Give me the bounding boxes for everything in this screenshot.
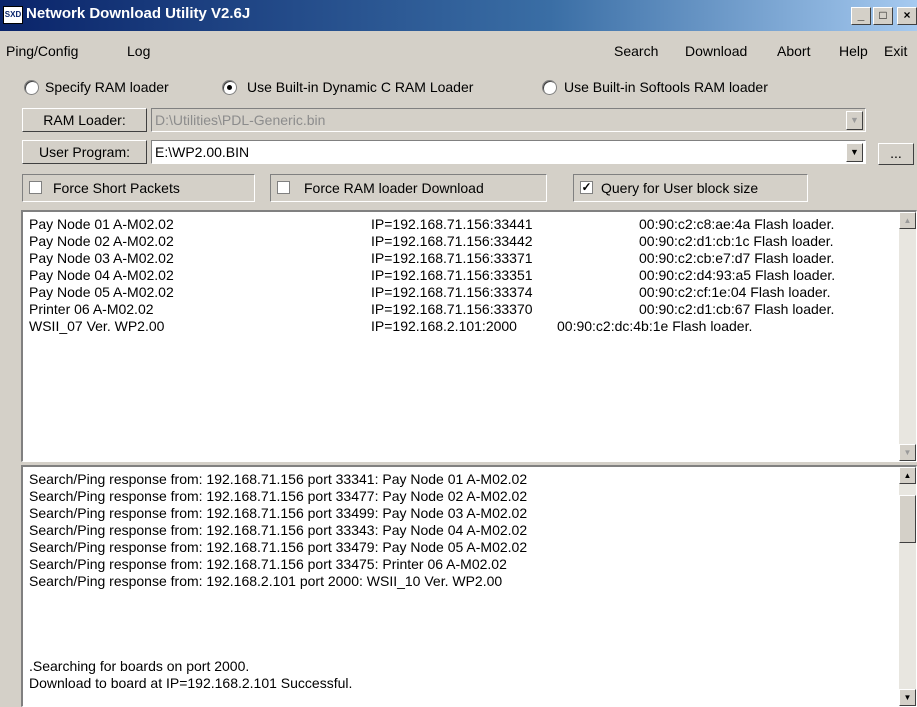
option-force-ram-loader[interactable]: Force RAM loader Download xyxy=(270,174,547,202)
app-window: SXD Network Download Utility V2.6J _ □ ×… xyxy=(0,0,917,707)
close-button[interactable]: × xyxy=(897,7,917,25)
device-name: Printer 06 A-M02.02 xyxy=(29,301,154,317)
device-name: Pay Node 05 A-M02.02 xyxy=(29,284,174,300)
minimize-button[interactable]: _ xyxy=(851,7,871,25)
device-row[interactable]: Printer 06 A-M02.02 IP=192.168.71.156:33… xyxy=(23,301,903,318)
device-row[interactable]: Pay Node 04 A-M02.02 IP=192.168.71.156:3… xyxy=(23,267,903,284)
menu-help[interactable]: Help xyxy=(839,43,868,59)
menu-exit[interactable]: Exit xyxy=(884,43,907,59)
user-program-field[interactable]: E:\WP2.00.BIN xyxy=(151,140,866,164)
label-force-short-packets[interactable]: Force Short Packets xyxy=(53,180,180,196)
radio-dynamic-c-loader[interactable] xyxy=(222,80,237,95)
device-row[interactable]: Pay Node 02 A-M02.02 IP=192.168.71.156:3… xyxy=(23,233,903,250)
log-line: Search/Ping response from: 192.168.71.15… xyxy=(29,505,528,521)
checkbox-query-user-block[interactable]: ✓ xyxy=(580,181,593,194)
device-ip: IP=192.168.71.156:33351 xyxy=(371,267,533,283)
log-line: Search/Ping response from: 192.168.71.15… xyxy=(29,471,528,487)
maximize-button[interactable]: □ xyxy=(873,7,893,25)
option-force-short-packets[interactable]: Force Short Packets xyxy=(22,174,255,202)
device-ip: IP=192.168.71.156:33371 xyxy=(371,250,533,266)
user-program-dropdown-icon[interactable]: ▼ xyxy=(846,143,863,162)
radio-label-specify[interactable]: Specify RAM loader xyxy=(45,79,169,95)
log-line: Search/Ping response from: 192.168.2.101… xyxy=(29,573,503,589)
device-ip: IP=192.168.71.156:33441 xyxy=(371,216,533,232)
scroll-up-icon[interactable]: ▲ xyxy=(899,212,916,229)
menu-abort[interactable]: Abort xyxy=(777,43,810,59)
log-line: .Searching for boards on port 2000. xyxy=(29,658,250,674)
device-row[interactable]: Pay Node 05 A-M02.02 IP=192.168.71.156:3… xyxy=(23,284,903,301)
device-row[interactable]: WSII_07 Ver. WP2.00 IP=192.168.2.101:200… xyxy=(23,318,903,335)
device-mac: 00:90:c2:d1:cb:1c Flash loader. xyxy=(639,233,834,249)
checkbox-force-short-packets[interactable] xyxy=(29,181,42,194)
user-program-button[interactable]: User Program: xyxy=(22,140,147,164)
log-scrollbar[interactable]: ▲ ▼ xyxy=(899,467,916,706)
device-name: WSII_07 Ver. WP2.00 xyxy=(29,318,165,334)
device-name: Pay Node 02 A-M02.02 xyxy=(29,233,174,249)
app-icon: SXD xyxy=(3,6,23,24)
device-mac: 00:90:c2:c8:ae:4a Flash loader. xyxy=(639,216,835,232)
device-mac: 00:90:c2:d1:cb:67 Flash loader. xyxy=(639,301,835,317)
log-line: Search/Ping response from: 192.168.71.15… xyxy=(29,488,528,504)
device-ip: IP=192.168.71.156:33374 xyxy=(371,284,533,300)
scroll-down-icon[interactable]: ▼ xyxy=(899,444,916,461)
ram-loader-field: D:\Utilities\PDL-Generic.bin xyxy=(151,108,866,132)
scroll-down-icon[interactable]: ▼ xyxy=(899,689,916,706)
device-mac: 00:90:c2:dc:4b:1e Flash loader. xyxy=(557,318,753,334)
scroll-up-icon[interactable]: ▲ xyxy=(899,467,916,484)
radio-label-softools[interactable]: Use Built-in Softools RAM loader xyxy=(564,79,768,95)
menu-bar: Ping/Config Log Search Download Abort He… xyxy=(0,43,917,63)
radio-softools-loader[interactable] xyxy=(542,80,557,95)
checkbox-force-ram-loader[interactable] xyxy=(277,181,290,194)
device-name: Pay Node 04 A-M02.02 xyxy=(29,267,174,283)
ram-loader-options: Specify RAM loader Use Built-in Dynamic … xyxy=(0,77,917,99)
device-row[interactable]: Pay Node 01 A-M02.02 IP=192.168.71.156:3… xyxy=(23,216,903,233)
menu-download[interactable]: Download xyxy=(685,43,747,59)
log-panel[interactable]: Search/Ping response from: 192.168.71.15… xyxy=(21,465,917,707)
title-bar[interactable]: SXD Network Download Utility V2.6J _ □ × xyxy=(0,0,917,31)
log-scroll-thumb[interactable] xyxy=(899,495,916,543)
log-line: Search/Ping response from: 192.168.71.15… xyxy=(29,556,507,572)
device-ip: IP=192.168.2.101:2000 xyxy=(371,318,517,334)
log-line: Download to board at IP=192.168.2.101 Su… xyxy=(29,675,353,691)
ram-loader-dropdown-icon: ▼ xyxy=(846,111,863,130)
menu-search[interactable]: Search xyxy=(614,43,658,59)
radio-label-dynamic-c[interactable]: Use Built-in Dynamic C RAM Loader xyxy=(247,79,535,95)
label-query-user-block[interactable]: Query for User block size xyxy=(601,180,758,196)
menu-log[interactable]: Log xyxy=(127,43,150,59)
option-query-user-block[interactable]: ✓ Query for User block size xyxy=(573,174,808,202)
radio-specify-ram-loader[interactable] xyxy=(24,80,39,95)
device-ip: IP=192.168.71.156:33442 xyxy=(371,233,533,249)
device-name: Pay Node 03 A-M02.02 xyxy=(29,250,174,266)
window-title: Network Download Utility V2.6J xyxy=(26,5,251,22)
device-row[interactable]: Pay Node 03 A-M02.02 IP=192.168.71.156:3… xyxy=(23,250,903,267)
device-name: Pay Node 01 A-M02.02 xyxy=(29,216,174,232)
device-mac: 00:90:c2:cf:1e:04 Flash loader. xyxy=(639,284,831,300)
log-line: Search/Ping response from: 192.168.71.15… xyxy=(29,522,528,538)
device-list-scrollbar[interactable]: ▲ ▼ xyxy=(899,212,916,461)
device-list[interactable]: Pay Node 01 A-M02.02 IP=192.168.71.156:3… xyxy=(21,210,917,462)
log-line: Search/Ping response from: 192.168.71.15… xyxy=(29,539,528,555)
browse-button[interactable]: ... xyxy=(878,143,914,165)
device-mac: 00:90:c2:d4:93:a5 Flash loader. xyxy=(639,267,836,283)
menu-ping-config[interactable]: Ping/Config xyxy=(6,43,78,59)
device-mac: 00:90:c2:cb:e7:d7 Flash loader. xyxy=(639,250,835,266)
label-force-ram-loader[interactable]: Force RAM loader Download xyxy=(304,180,484,196)
ram-loader-button[interactable]: RAM Loader: xyxy=(22,108,147,132)
device-ip: IP=192.168.71.156:33370 xyxy=(371,301,533,317)
